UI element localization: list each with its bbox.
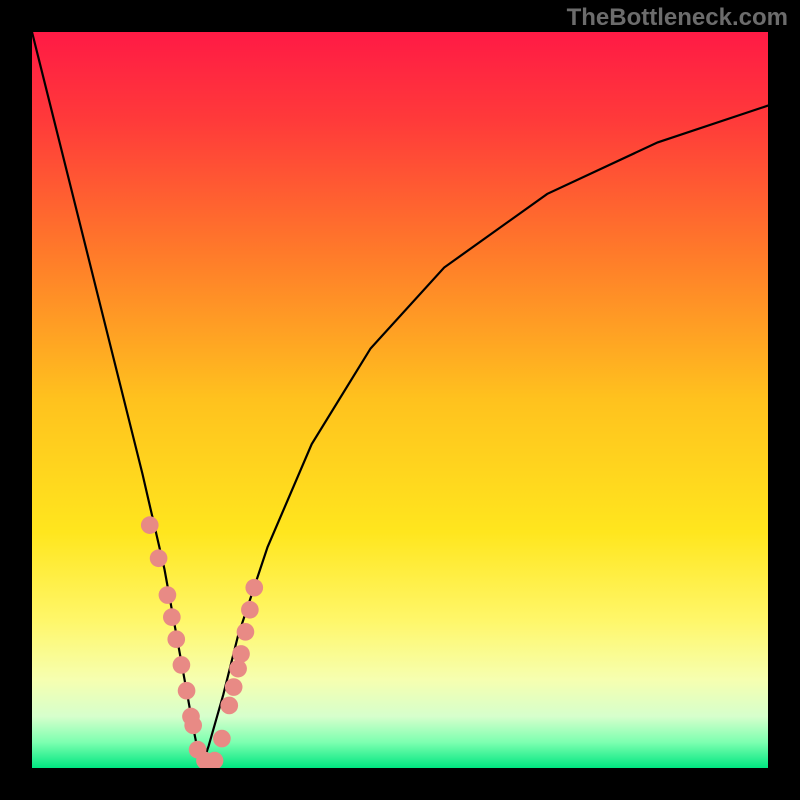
data-marker bbox=[213, 730, 231, 748]
data-marker bbox=[232, 645, 250, 663]
data-marker bbox=[184, 716, 202, 734]
bottleneck-chart bbox=[32, 32, 768, 768]
data-marker bbox=[245, 579, 263, 597]
data-marker bbox=[167, 630, 185, 648]
data-marker bbox=[141, 516, 159, 534]
data-marker bbox=[229, 660, 247, 678]
data-marker bbox=[220, 697, 238, 715]
data-marker bbox=[173, 656, 191, 674]
watermark-text: TheBottleneck.com bbox=[567, 4, 788, 32]
plot-area bbox=[32, 32, 768, 768]
data-marker bbox=[163, 608, 181, 626]
data-marker bbox=[225, 678, 243, 696]
data-marker bbox=[159, 586, 177, 604]
data-marker bbox=[241, 601, 259, 619]
data-marker bbox=[237, 623, 255, 641]
data-marker bbox=[178, 682, 196, 700]
chart-frame: TheBottleneck.com bbox=[0, 0, 800, 800]
data-marker bbox=[150, 549, 168, 567]
